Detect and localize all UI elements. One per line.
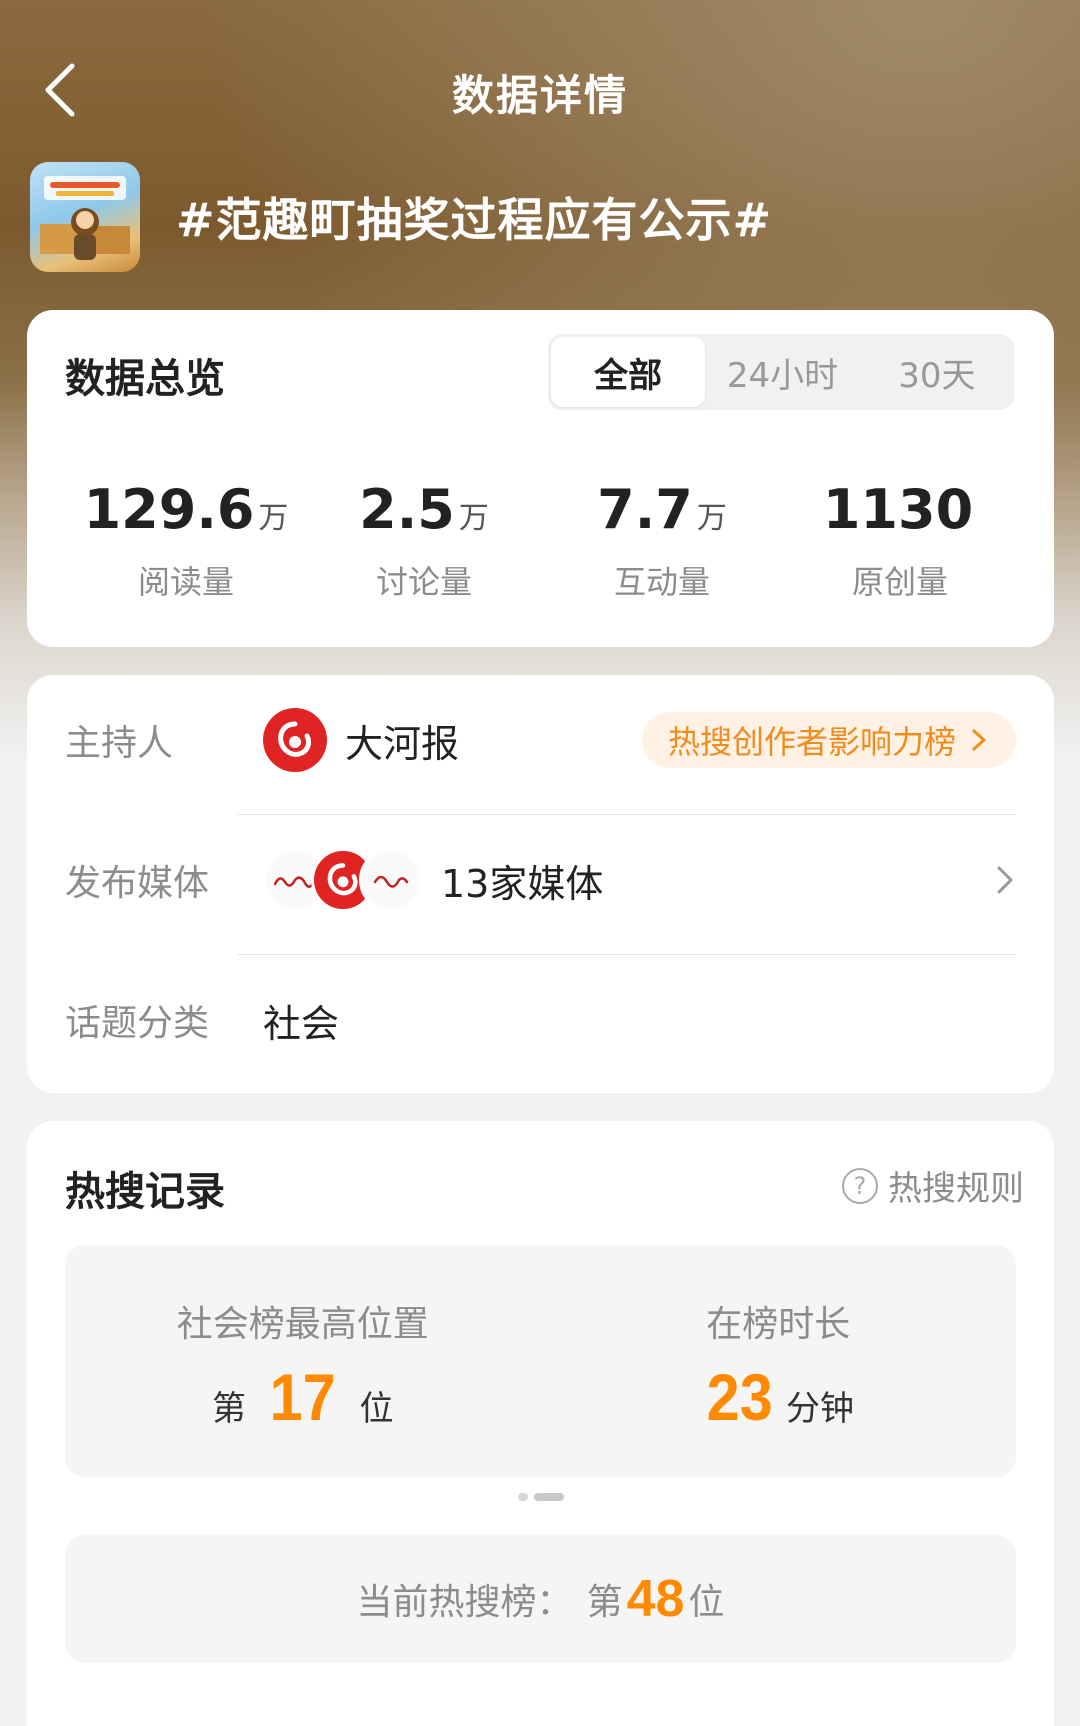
category-value: 社会 <box>263 1001 340 1046</box>
newspaper-logo-icon <box>327 863 358 896</box>
media-avatar-stack <box>263 848 423 912</box>
host-avatar[interactable] <box>263 708 327 772</box>
tab-30d[interactable]: 30天 <box>860 337 1014 407</box>
stat-value: 1130 <box>822 478 974 541</box>
topic-title: #范趣町抽奖过程应有公示# <box>176 193 773 247</box>
current-rank-box: 当前热搜榜： 第 48 位 <box>65 1535 1016 1663</box>
rank-link-label: 热搜创作者影响力榜 <box>667 723 956 761</box>
stat-reads: 129.6 万 阅读量 <box>67 480 305 603</box>
creator-rank-link[interactable]: 热搜创作者影响力榜 <box>641 712 1016 768</box>
stats-row: 129.6 万 阅读量 2.5 万 讨论量 7.7 万 互动量 1130 原创量 <box>27 480 1054 603</box>
hot-search-title: 热搜记录 <box>65 1169 225 1215</box>
host-row: 主持人 大河报 热搜创作者影响力榜 <box>65 675 1016 805</box>
page-title: 数据详情 <box>451 71 628 120</box>
hot-search-rules-link[interactable]: ? 热搜规则 <box>842 1161 1024 1210</box>
duration-unit: 分钟 <box>785 1389 854 1429</box>
tab-24h[interactable]: 24小时 <box>705 337 859 407</box>
page-indicator <box>27 1493 1054 1501</box>
nav-bar: 数据详情 <box>0 40 1080 140</box>
best-rank-value: 第 17 位 <box>65 1359 541 1435</box>
overview-title: 数据总览 <box>65 356 225 402</box>
duration-number: 23 <box>706 1360 773 1434</box>
category-row: 话题分类 社会 <box>65 955 1016 1085</box>
duration-value: 23 分钟 <box>541 1359 1017 1435</box>
time-range-tabs: 全部 24小时 30天 <box>548 334 1014 410</box>
stat-value: 2.5 万 <box>359 478 489 541</box>
hot-search-summary: 社会榜最高位置 第 17 位 在榜时长 23 分钟 <box>65 1245 1016 1477</box>
page-dot-active <box>533 1493 564 1501</box>
current-rank-label: 当前热搜榜： <box>356 1582 573 1623</box>
overview-card: 数据总览 全部 24小时 30天 129.6 万 阅读量 2.5 万 讨论量 7.7… <box>27 310 1054 647</box>
rank-prefix: 第 <box>212 1389 247 1429</box>
tab-all[interactable]: 全部 <box>551 337 706 407</box>
current-rank-prefix: 第 <box>586 1582 623 1623</box>
topic-illustration-icon <box>40 176 130 260</box>
topic-thumbnail[interactable] <box>30 162 140 272</box>
stat-label: 阅读量 <box>137 563 234 601</box>
stat-interactions: 7.7 万 互动量 <box>543 480 781 603</box>
current-rank-suffix: 位 <box>688 1582 725 1623</box>
stat-originals: 1130 原创量 <box>781 480 1019 603</box>
topic-info-card: 主持人 大河报 热搜创作者影响力榜 发布媒体 13家媒体 话题分类 社会 <box>27 675 1054 1093</box>
duration-column: 在榜时长 23 分钟 <box>541 1245 1017 1477</box>
current-rank-number: 48 <box>626 1570 685 1628</box>
media-avatar <box>359 848 423 912</box>
hot-search-card: 热搜记录 ? 热搜规则 社会榜最高位置 第 17 位 在榜时长 23 分钟 当前… <box>27 1121 1054 1726</box>
chevron-right-icon <box>997 866 1013 894</box>
rank-suffix: 位 <box>359 1389 394 1429</box>
rules-link-label: 热搜规则 <box>888 1169 1024 1209</box>
stat-label: 互动量 <box>613 563 710 601</box>
media-count: 13家媒体 <box>441 861 604 906</box>
stat-unit: 万 <box>458 501 489 536</box>
media-row[interactable]: 发布媒体 13家媒体 <box>65 815 1016 945</box>
chevron-right-icon <box>972 729 986 751</box>
topic-header: #范趣町抽奖过程应有公示# <box>30 162 772 272</box>
stat-label: 讨论量 <box>375 563 472 601</box>
host-name[interactable]: 大河报 <box>345 713 459 768</box>
duration-label: 在榜时长 <box>706 1304 851 1345</box>
stat-value: 7.7 万 <box>597 478 727 541</box>
calligraphy-logo-icon <box>373 875 409 888</box>
newspaper-logo-icon <box>278 721 312 757</box>
best-rank-column: 社会榜最高位置 第 17 位 <box>65 1245 541 1477</box>
best-rank-label: 社会榜最高位置 <box>176 1304 429 1345</box>
stat-discussions: 2.5 万 讨论量 <box>305 480 543 603</box>
category-label: 话题分类 <box>65 1003 210 1044</box>
best-rank-number: 17 <box>269 1360 336 1434</box>
stat-unit: 万 <box>258 501 289 536</box>
stat-label: 原创量 <box>851 563 948 601</box>
stat-value: 129.6 万 <box>83 478 289 541</box>
question-icon: ? <box>842 1167 878 1204</box>
stat-unit: 万 <box>696 501 727 536</box>
media-label: 发布媒体 <box>65 863 210 904</box>
host-label: 主持人 <box>65 723 174 764</box>
page-dot <box>517 1493 528 1501</box>
